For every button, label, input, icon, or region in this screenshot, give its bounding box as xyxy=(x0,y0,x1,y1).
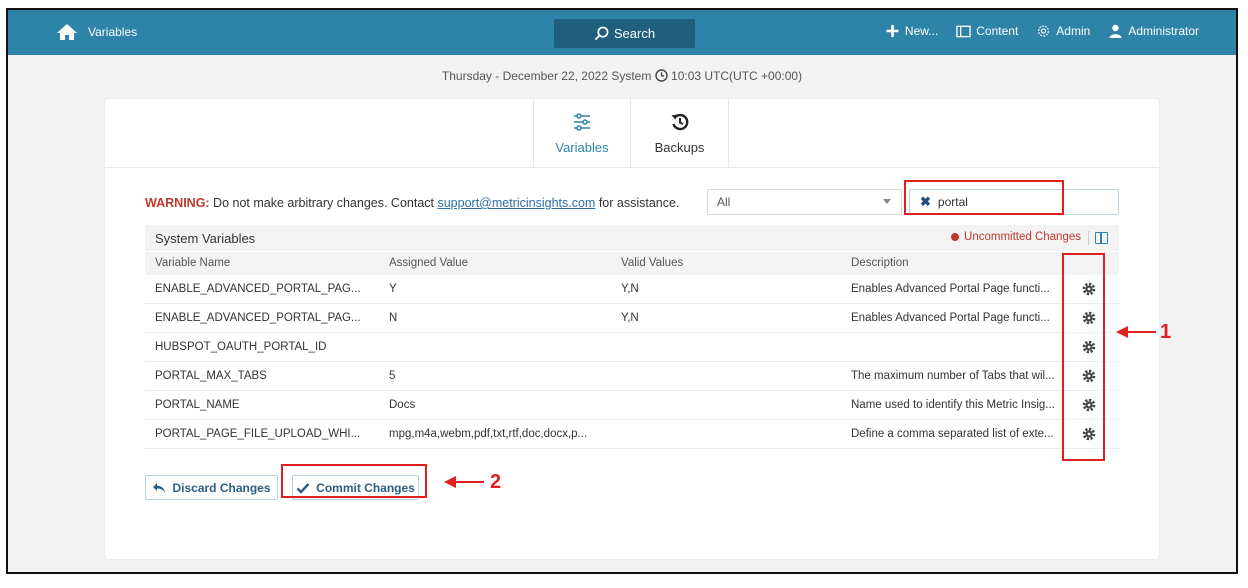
nav-admin[interactable]: Admin xyxy=(1036,24,1090,38)
app-window: Variables Search New... Content Admin Ad… xyxy=(6,8,1238,574)
cell-assigned-value: Docs xyxy=(389,399,416,411)
chevron-down-icon xyxy=(883,199,891,204)
nav-content[interactable]: Content xyxy=(956,24,1018,38)
cell-description: Enables Advanced Portal Page functi... xyxy=(851,312,1050,324)
column-header-variable-name[interactable]: Variable Name xyxy=(155,257,230,269)
nav-content-label: Content xyxy=(976,24,1019,38)
table-row[interactable]: PORTAL_PAGE_FILE_UPLOAD_WHI... mpg,m4a,w… xyxy=(145,420,1119,449)
table-title-bar: System Variables Uncommitted Changes xyxy=(145,225,1119,251)
table-row[interactable]: PORTAL_NAME Docs Name used to identify t… xyxy=(145,391,1119,420)
nav-user[interactable]: Administrator xyxy=(1108,24,1199,38)
divider xyxy=(1088,231,1089,245)
columns-toggle-icon[interactable] xyxy=(1095,232,1108,244)
table-title: System Variables xyxy=(155,231,256,246)
cell-valid-values: Y,N xyxy=(621,283,639,295)
datetime-prefix: Thursday - December 22, 2022 System xyxy=(441,69,652,83)
annotation-box-gear-column xyxy=(1062,253,1105,461)
column-header-assigned-value[interactable]: Assigned Value xyxy=(389,257,468,269)
undo-icon xyxy=(153,482,166,493)
datetime-suffix: 10:03 UTC(UTC +00:00) xyxy=(671,69,803,83)
warning-text-after: for assistance. xyxy=(595,196,680,210)
cell-description: Name used to identify this Metric Insig.… xyxy=(851,399,1055,411)
cell-variable-name: PORTAL_NAME xyxy=(155,399,240,411)
system-datetime: Thursday - December 22, 2022 System 10:0… xyxy=(8,69,1236,87)
annotation-box-commit xyxy=(281,464,427,498)
cell-description: Define a comma separated list of exte... xyxy=(851,428,1054,440)
annotation-label-1: 1 xyxy=(1160,321,1172,343)
nav-new-label: New... xyxy=(904,24,939,38)
cell-variable-name: HUBSPOT_OAUTH_PORTAL_ID xyxy=(155,341,327,353)
folder-icon xyxy=(956,25,971,38)
system-variables-table: System Variables Uncommitted Changes Var… xyxy=(145,225,1119,449)
annotation-box-search xyxy=(904,180,1064,215)
warning-message: WARNING: Do not make arbitrary changes. … xyxy=(145,196,679,210)
table-row[interactable]: ENABLE_ADVANCED_PORTAL_PAG... N Y,N Enab… xyxy=(145,304,1119,333)
home-link[interactable]: Variables xyxy=(56,23,137,41)
tab-variables[interactable]: Variables xyxy=(533,99,631,167)
tab-backups-label: Backups xyxy=(654,139,705,155)
search-button-label: Search xyxy=(613,26,656,41)
home-icon xyxy=(57,24,77,40)
top-navbar: Variables Search New... Content Admin Ad… xyxy=(8,10,1236,55)
table-row[interactable]: HUBSPOT_OAUTH_PORTAL_ID xyxy=(145,333,1119,362)
annotation-arrow-1-line xyxy=(1126,331,1156,333)
nav-user-label: Administrator xyxy=(1128,24,1199,38)
warning-text-before: Do not make arbitrary changes. Contact xyxy=(209,196,438,210)
user-icon xyxy=(1109,24,1122,38)
tab-bar: Variables Backups xyxy=(105,99,1159,168)
tab-variables-label: Variables xyxy=(555,139,609,155)
gear-icon xyxy=(1038,25,1050,37)
history-icon xyxy=(671,113,688,130)
table-row[interactable]: ENABLE_ADVANCED_PORTAL_PAG... Y Y,N Enab… xyxy=(145,275,1119,304)
sliders-icon xyxy=(574,112,590,131)
annotation-label-2: 2 xyxy=(490,471,502,493)
search-button[interactable]: Search xyxy=(554,19,695,48)
search-icon xyxy=(594,26,609,41)
plus-icon xyxy=(886,25,899,37)
cell-assigned-value: N xyxy=(389,312,398,324)
cell-description: The maximum number of Tabs that wil... xyxy=(851,370,1055,382)
cell-valid-values: Y,N xyxy=(621,312,639,324)
cell-variable-name: ENABLE_ADVANCED_PORTAL_PAG... xyxy=(155,283,361,295)
discard-changes-label: Discard Changes xyxy=(172,480,271,495)
nav-new[interactable]: New... xyxy=(885,24,938,38)
cell-variable-name: PORTAL_PAGE_FILE_UPLOAD_WHI... xyxy=(155,428,361,440)
discard-changes-button[interactable]: Discard Changes xyxy=(145,475,278,500)
right-nav: New... Content Admin Administrator xyxy=(885,24,1199,38)
table-body: ENABLE_ADVANCED_PORTAL_PAG... Y Y,N Enab… xyxy=(145,275,1119,449)
filter-select-value: All xyxy=(717,195,731,209)
cell-variable-name: ENABLE_ADVANCED_PORTAL_PAG... xyxy=(155,312,361,324)
column-header-description[interactable]: Description xyxy=(851,257,909,269)
filter-select[interactable]: All xyxy=(707,189,902,215)
table-row[interactable]: PORTAL_MAX_TABS 5 The maximum number of … xyxy=(145,362,1119,391)
clock-icon xyxy=(654,69,668,82)
annotation-arrow-2-line xyxy=(454,481,484,483)
column-header-valid-values[interactable]: Valid Values xyxy=(621,257,683,269)
cell-assigned-value: Y xyxy=(389,283,397,295)
table-header-row: Variable Name Assigned Value Valid Value… xyxy=(145,251,1119,275)
support-email-link[interactable]: support@metricinsights.com xyxy=(437,196,595,210)
uncommitted-changes-indicator[interactable]: Uncommitted Changes xyxy=(951,231,1081,243)
cell-variable-name: PORTAL_MAX_TABS xyxy=(155,370,267,382)
cell-assigned-value: 5 xyxy=(389,370,396,382)
tab-backups[interactable]: Backups xyxy=(631,99,729,167)
warning-label: WARNING: xyxy=(145,196,210,210)
cell-description: Enables Advanced Portal Page functi... xyxy=(851,283,1050,295)
status-dot-icon xyxy=(951,233,960,241)
cell-assigned-value: mpg,m4a,webm,pdf,txt,rtf,doc,docx,p... xyxy=(389,428,588,440)
uncommitted-changes-label: Uncommitted Changes xyxy=(964,231,1081,243)
variables-panel: Variables Backups WARNING: Do not make a… xyxy=(105,99,1159,559)
nav-admin-label: Admin xyxy=(1056,24,1091,38)
page-title: Variables xyxy=(88,25,138,39)
